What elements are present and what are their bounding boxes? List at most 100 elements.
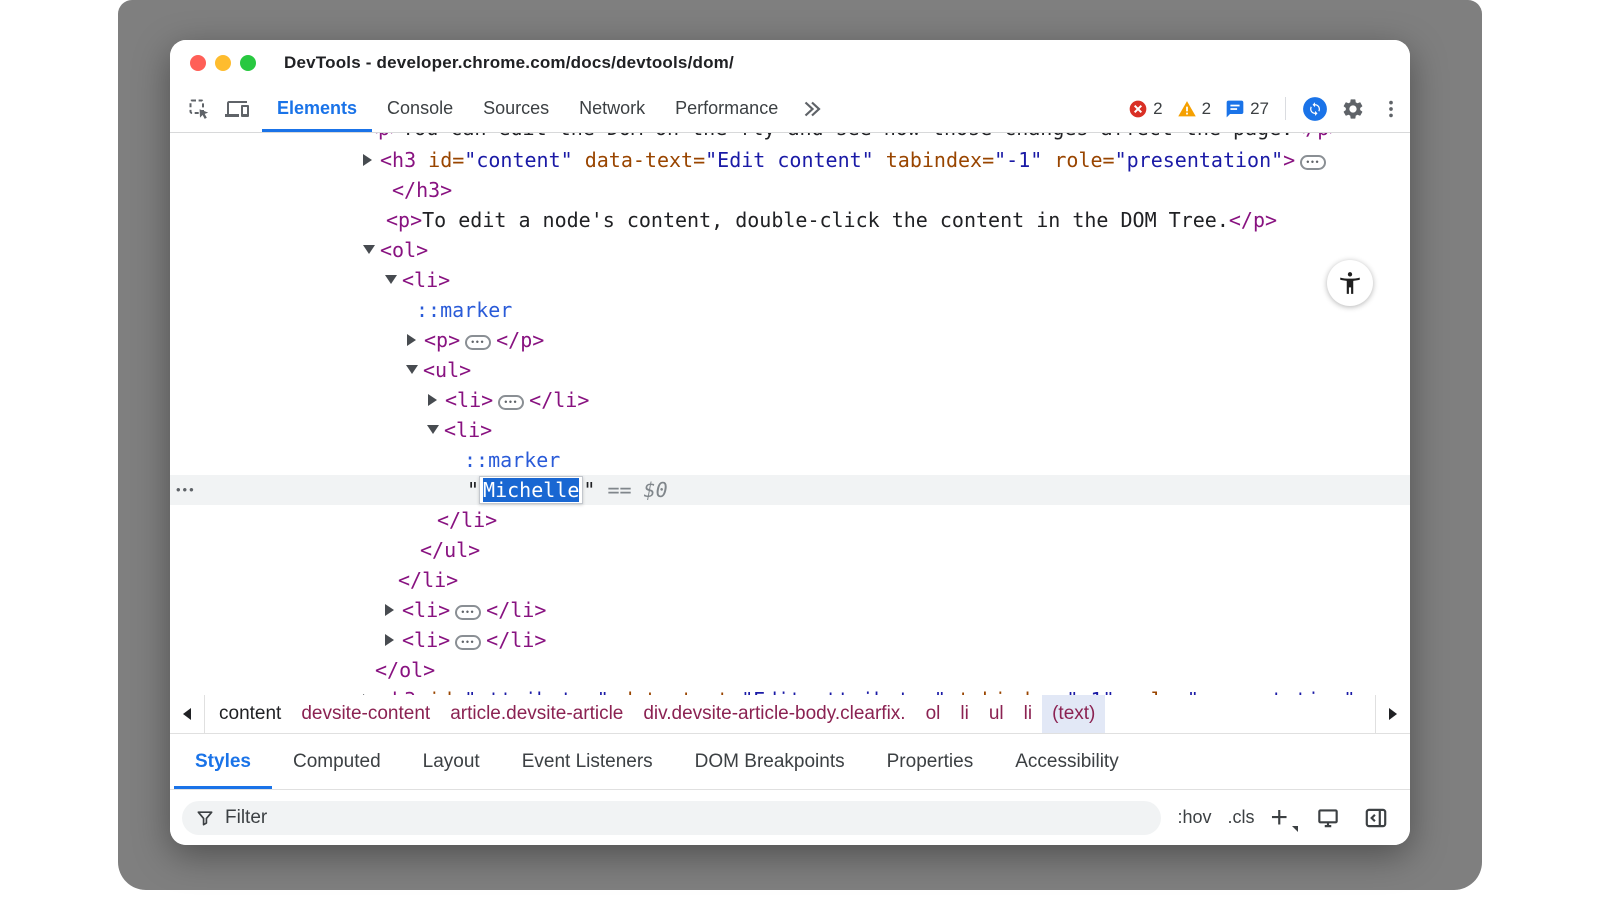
code-token: id= xyxy=(428,148,464,172)
breadcrumb-item-ul[interactable]: ul xyxy=(979,695,1014,733)
kebab-icon-svg xyxy=(1380,98,1402,120)
issues-badge[interactable]: 27 xyxy=(1225,85,1269,132)
tab-console[interactable]: Console xyxy=(372,85,468,132)
tab-layout[interactable]: Layout xyxy=(402,734,501,789)
settings-gear-icon[interactable] xyxy=(1334,85,1372,132)
tab-accessibility[interactable]: Accessibility xyxy=(994,734,1139,789)
filter-input[interactable]: Filter xyxy=(182,801,1161,835)
dom-tree-line[interactable]: </h3> xyxy=(170,175,1410,205)
more-actions-icon[interactable]: ••• xyxy=(176,475,196,505)
dom-tree-line[interactable]: <li>•••</li> xyxy=(170,625,1410,655)
zoom-window-button[interactable] xyxy=(240,55,256,71)
breadcrumb-item-ol[interactable]: ol xyxy=(916,695,951,733)
breadcrumb-item-content[interactable]: content xyxy=(209,695,291,733)
collapse-arrow-icon[interactable] xyxy=(363,235,380,265)
collapse-arrow-icon[interactable] xyxy=(385,265,402,295)
dom-tree-line[interactable]: </ol> xyxy=(170,655,1410,685)
tab-properties[interactable]: Properties xyxy=(866,734,995,789)
breadcrumb-item-devsite-content[interactable]: devsite-content xyxy=(291,695,440,733)
dom-tree-line[interactable]: <p>To edit a node's content, double-clic… xyxy=(170,205,1410,235)
expand-arrow-icon[interactable] xyxy=(385,595,402,625)
breadcrumb-item-li[interactable]: li xyxy=(1014,695,1042,733)
code-token: == xyxy=(607,478,631,502)
dom-tree-line[interactable]: <p>You can edit the DOM on the fly and s… xyxy=(170,133,1410,143)
code-token: ::marker xyxy=(416,298,512,322)
error-badge[interactable]: 2 xyxy=(1128,85,1162,132)
dom-tree-line[interactable]: <p>•••</p> xyxy=(170,325,1410,355)
minimize-window-button[interactable] xyxy=(215,55,231,71)
accessibility-floating-button[interactable] xyxy=(1327,260,1373,306)
inline-expand-button[interactable]: ••• xyxy=(498,395,524,410)
inspect-icon[interactable] xyxy=(180,85,218,132)
dom-tree-line[interactable]: <li>•••</li> xyxy=(170,385,1410,415)
monitor-icon[interactable] xyxy=(1312,802,1344,834)
tab-sources[interactable]: Sources xyxy=(468,85,564,132)
dom-tree-line[interactable]: <li> xyxy=(170,415,1410,445)
code-token xyxy=(1115,688,1127,695)
element-classes-button[interactable]: .cls xyxy=(1227,807,1254,828)
dom-tree-line[interactable]: ::marker xyxy=(170,295,1410,325)
dom-tree-line[interactable]: </li> xyxy=(170,505,1410,535)
breadcrumb-item-text[interactable]: (text) xyxy=(1042,695,1105,733)
code-token: "presentation" xyxy=(1115,148,1284,172)
inline-expand-button[interactable]: ••• xyxy=(455,605,481,620)
tab-styles[interactable]: Styles xyxy=(174,734,272,789)
code-token: <p> xyxy=(366,133,402,140)
breadcrumb-item-li[interactable]: li xyxy=(950,695,978,733)
new-style-rule-button[interactable]: + xyxy=(1270,808,1296,828)
dom-tree-line[interactable]: ::marker xyxy=(170,445,1410,475)
breadcrumb-scroll-left-icon[interactable] xyxy=(170,695,205,733)
expand-arrow-icon[interactable] xyxy=(363,685,380,695)
dom-tree-line[interactable]: <li> xyxy=(170,265,1410,295)
kebab-menu-icon[interactable] xyxy=(1372,85,1410,132)
code-token: $0 xyxy=(644,478,668,502)
text-edit-box[interactable]: Michelle xyxy=(479,476,583,504)
code-token: "-1" xyxy=(1066,688,1114,695)
code-token: role= xyxy=(1054,148,1114,172)
code-token: data-text= xyxy=(585,148,705,172)
dom-tree-line[interactable]: <ul> xyxy=(170,355,1410,385)
expand-arrow-icon[interactable] xyxy=(385,625,402,655)
collapse-arrow-icon[interactable] xyxy=(406,355,423,385)
breadcrumb-item-div-devsite-article-body-clearfix[interactable]: div.devsite-article-body.clearfix. xyxy=(633,695,915,733)
breadcrumb-scroll-right-icon[interactable] xyxy=(1375,695,1410,733)
inline-expand-button[interactable]: ••• xyxy=(1300,155,1326,170)
code-token: <li> xyxy=(402,268,450,292)
close-window-button[interactable] xyxy=(190,55,206,71)
tab-computed[interactable]: Computed xyxy=(272,734,402,789)
dom-tree-line[interactable]: <h3 id="attributes" data-text="Edit attr… xyxy=(170,685,1410,695)
sidebar-toggle-icon[interactable] xyxy=(1360,802,1392,834)
more-tabs-icon[interactable] xyxy=(793,85,831,132)
device-toolbar-icon[interactable] xyxy=(218,85,256,132)
warning-badge[interactable]: 2 xyxy=(1177,85,1211,132)
code-token: <ol> xyxy=(380,238,428,262)
inline-expand-button[interactable]: ••• xyxy=(455,635,481,650)
dom-tree-line[interactable]: <ol> xyxy=(170,235,1410,265)
dom-tree-line[interactable]: <h3 id="content" data-text="Edit content… xyxy=(170,145,1410,175)
expand-arrow-icon[interactable] xyxy=(428,385,445,415)
code-token: id= xyxy=(428,688,464,695)
tab-performance[interactable]: Performance xyxy=(660,85,793,132)
dom-tree-line[interactable]: </li> xyxy=(170,565,1410,595)
tab-elements[interactable]: Elements xyxy=(262,85,372,132)
sync-icon[interactable] xyxy=(1296,85,1334,132)
toggle-element-state-button[interactable]: :hov xyxy=(1177,807,1211,828)
code-token: "attributes" xyxy=(464,688,609,695)
selected-text-node-row[interactable]: •••"Michelle" == $0 xyxy=(170,475,1410,505)
tab-network[interactable]: Network xyxy=(564,85,660,132)
error-count: 2 xyxy=(1153,99,1162,119)
inline-expand-button[interactable]: ••• xyxy=(465,335,491,350)
tab-dom-breakpoints[interactable]: DOM Breakpoints xyxy=(674,734,866,789)
expand-arrow-icon[interactable] xyxy=(363,145,380,175)
code-token: "content" xyxy=(464,148,572,172)
code-token: data-text= xyxy=(621,688,741,695)
expand-arrow-icon[interactable] xyxy=(407,325,424,355)
dom-tree: <p>You can edit the DOM on the fly and s… xyxy=(170,133,1410,695)
code-token: <li> xyxy=(402,598,450,622)
tab-event-listeners[interactable]: Event Listeners xyxy=(501,734,674,789)
toolbar-tabs: ElementsConsoleSourcesNetworkPerformance xyxy=(262,85,793,132)
breadcrumb-item-article-devsite-article[interactable]: article.devsite-article xyxy=(440,695,633,733)
collapse-arrow-icon[interactable] xyxy=(427,415,444,445)
dom-tree-line[interactable]: </ul> xyxy=(170,535,1410,565)
dom-tree-line[interactable]: <li>•••</li> xyxy=(170,595,1410,625)
